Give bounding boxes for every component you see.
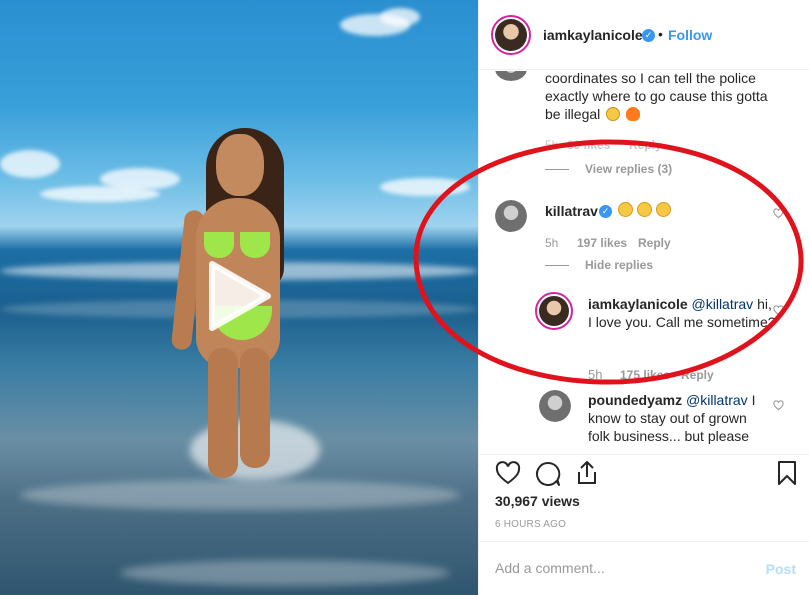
reply-time: 5h xyxy=(588,367,603,382)
commenter-avatar[interactable] xyxy=(495,71,527,81)
reply-username[interactable]: poundedyamz xyxy=(588,392,682,408)
author-avatar[interactable] xyxy=(491,15,531,55)
reply-author-avatar[interactable] xyxy=(539,390,571,422)
smile-emoji-icon xyxy=(656,202,671,217)
comment-likes[interactable]: 197 likes xyxy=(577,236,627,250)
replies-line xyxy=(545,169,569,170)
comment-bubble-icon[interactable] xyxy=(535,461,561,487)
smile-emoji-icon xyxy=(618,202,633,217)
like-heart-icon[interactable] xyxy=(773,305,784,316)
view-count[interactable]: 30,967 views xyxy=(495,493,580,509)
cloud xyxy=(380,178,470,196)
bookmark-icon[interactable] xyxy=(777,460,797,486)
like-heart-icon[interactable] xyxy=(773,208,784,219)
reply-username[interactable]: iamkaylanicole xyxy=(588,296,688,312)
post-actions: 30,967 views 6 HOURS AGO xyxy=(479,454,809,541)
weary-face-emoji-icon xyxy=(606,107,621,121)
like-heart-icon[interactable] xyxy=(773,400,784,411)
cloud xyxy=(40,186,160,202)
cloud xyxy=(0,150,60,178)
commenter-avatar[interactable] xyxy=(495,200,527,232)
comment-time: 5h xyxy=(545,138,559,152)
comment-time: 5h xyxy=(545,236,559,250)
view-replies-button[interactable]: View replies (3) xyxy=(585,162,672,176)
comments-list[interactable]: coordinates so I can tell the police exa… xyxy=(479,71,809,454)
verified-badge-icon: ✓ xyxy=(642,29,655,42)
reply-button[interactable]: Reply xyxy=(629,138,662,152)
add-comment-bar: Post xyxy=(479,541,809,595)
like-heart-icon[interactable] xyxy=(495,461,521,485)
comment-likes[interactable]: 30 likes xyxy=(567,138,610,152)
reply-likes[interactable]: 175 likes xyxy=(620,368,670,382)
shore-foam xyxy=(120,560,450,586)
reply-button[interactable]: Reply xyxy=(638,236,671,250)
post-sidebar: iamkaylanicole ✓ • Follow coordinates so… xyxy=(478,0,809,595)
commenter-username[interactable]: killatrav xyxy=(545,203,598,219)
smile-emoji-icon xyxy=(637,202,652,217)
reply-author-avatar[interactable] xyxy=(535,292,573,330)
separator-dot: • xyxy=(658,26,663,42)
comment-text: coordinates so I can tell the police exa… xyxy=(545,71,768,122)
replies-line xyxy=(545,265,569,266)
post-header: iamkaylanicole ✓ • Follow xyxy=(479,0,809,70)
author-username[interactable]: iamkaylanicole xyxy=(543,27,643,43)
fire-emoji-icon xyxy=(626,107,641,121)
mention-link[interactable]: @killatrav xyxy=(686,392,748,408)
mention-link[interactable]: @killatrav xyxy=(692,296,754,312)
hide-replies-button[interactable]: Hide replies xyxy=(585,258,653,272)
reply-text: poundedyamz @killatrav I know to stay ou… xyxy=(588,392,756,444)
verified-badge-icon: ✓ xyxy=(599,205,612,218)
post-comment-button[interactable]: Post xyxy=(766,561,796,577)
post-timestamp[interactable]: 6 HOURS AGO xyxy=(495,519,566,530)
cloud xyxy=(380,8,420,26)
follow-button[interactable]: Follow xyxy=(668,27,712,43)
share-icon[interactable] xyxy=(575,460,599,486)
play-icon[interactable] xyxy=(206,260,272,332)
comment-input[interactable] xyxy=(495,560,755,576)
reply-button[interactable]: Reply xyxy=(681,368,714,382)
post-video[interactable] xyxy=(0,0,478,595)
instagram-post-page: iamkaylanicole ✓ • Follow coordinates so… xyxy=(0,0,809,595)
reply-text: iamkaylanicole @killatrav hi, I love you… xyxy=(588,296,776,330)
